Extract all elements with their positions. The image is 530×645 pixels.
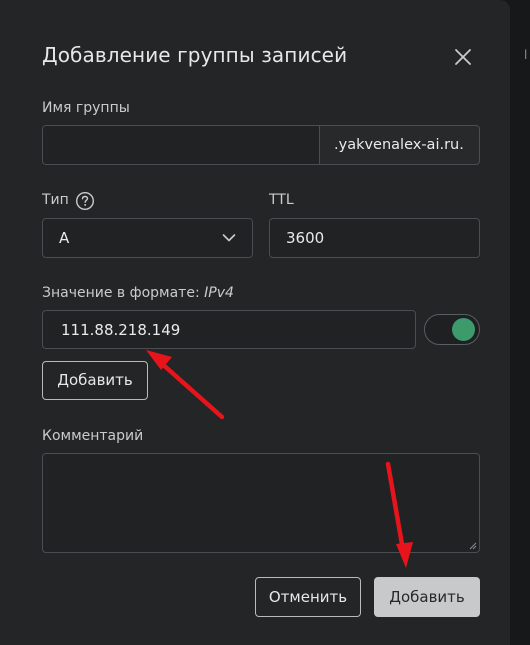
- group-name-input[interactable]: [42, 125, 320, 165]
- comment-label: Комментарий: [42, 428, 144, 444]
- type-label: Тип: [42, 192, 69, 208]
- type-select-value: A: [59, 229, 70, 247]
- close-icon: [455, 49, 471, 65]
- ttl-label: TTL: [269, 192, 294, 208]
- resize-grip-icon[interactable]: [469, 542, 477, 550]
- background-edge-glyph: l: [524, 48, 528, 62]
- submit-button[interactable]: Добавить: [374, 577, 480, 617]
- domain-suffix-text: .yakvenalex-ai.ru.: [334, 137, 464, 153]
- question-circle-icon[interactable]: [75, 191, 95, 211]
- comment-textarea[interactable]: [42, 453, 480, 553]
- ttl-input-value: 3600: [286, 229, 325, 247]
- toggle-knob: [452, 318, 475, 341]
- value-format-label: Значение в формате: IPv4: [42, 285, 234, 301]
- chevron-down-icon: [222, 234, 236, 242]
- value-input-value: 111.88.218.149: [61, 320, 181, 339]
- group-name-label: Имя группы: [42, 100, 130, 116]
- value-input[interactable]: 111.88.218.149: [42, 310, 416, 349]
- cancel-button[interactable]: Отменить: [255, 577, 361, 617]
- value-format-label-format: IPv4: [204, 285, 234, 301]
- type-label-text: Тип: [42, 192, 69, 208]
- ttl-input[interactable]: 3600: [269, 218, 480, 258]
- type-select[interactable]: A: [42, 218, 253, 258]
- value-format-label-prefix: Значение в формате:: [42, 285, 200, 301]
- domain-suffix: .yakvenalex-ai.ru.: [319, 125, 480, 165]
- close-button[interactable]: [452, 46, 474, 68]
- add-value-button[interactable]: Добавить: [42, 361, 148, 400]
- value-toggle[interactable]: [424, 314, 480, 345]
- dialog-title: Добавление группы записей: [42, 43, 348, 67]
- add-record-group-dialog: Добавление группы записей Имя группы .ya…: [0, 0, 510, 645]
